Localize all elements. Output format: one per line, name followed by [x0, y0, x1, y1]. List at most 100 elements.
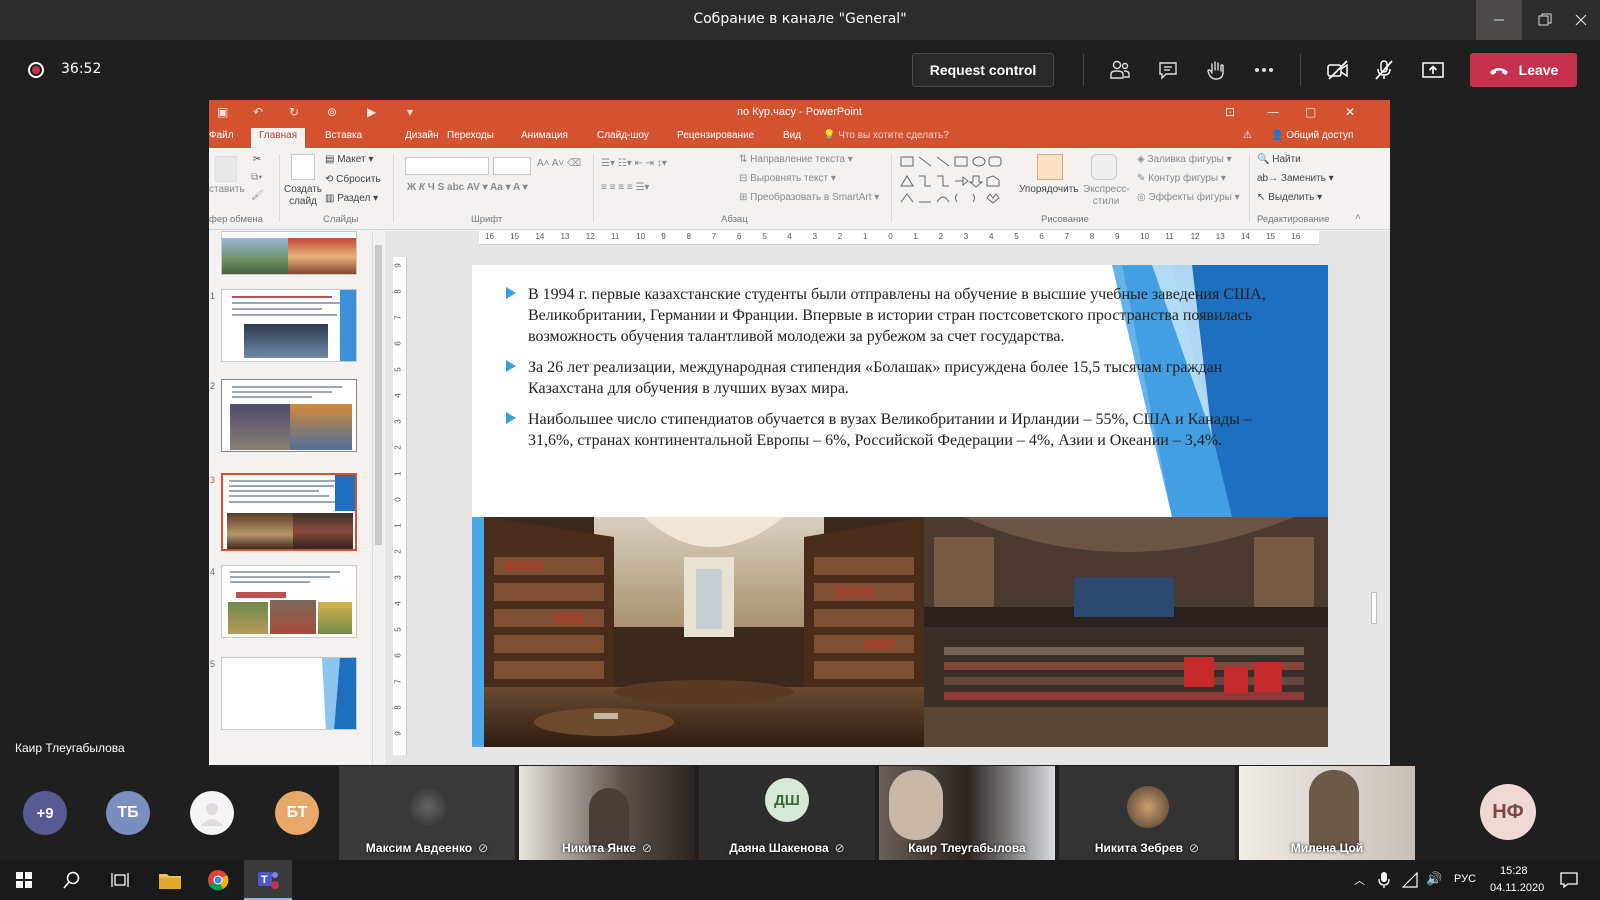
ruler-tick-label: 12 [1190, 232, 1200, 241]
font-size-grow-icon: A˄ A˅ ⌫ [537, 158, 582, 169]
slide-number: 5 [210, 659, 216, 669]
ruler-tick-label: 6 [393, 341, 403, 346]
layout-button: ▤ Макет ▾ [325, 154, 374, 165]
ruler-tick-label: 14 [1241, 232, 1250, 241]
ruler-tick-label: 13 [560, 232, 570, 241]
editor-scrollbar-thumb [1371, 592, 1377, 624]
ruler-tick-label: 9 [1115, 232, 1120, 241]
align-text-label: Выровнять текст [750, 173, 829, 184]
volume-icon[interactable]: 🔊 [1426, 871, 1442, 887]
ruler-tick-label: 13 [1215, 232, 1225, 241]
horizontal-ruler: 16 15 14 13 12 11 10 9 8 7 6 5 4 3 2 1 0 1 2 3 4 5 6 7 8 9 10 11 12 1… [479, 231, 1319, 245]
slide-thumbnail [221, 231, 357, 275]
ppt-ribbon-tabs: Файл Главная Вставка Дизайн Переходы Ани… [209, 126, 1390, 148]
participants-bar: +9 ТБ БТ Максим Авдеенко ⊘ Никита Янке ⊘ Д… [0, 766, 1600, 860]
share-label: Общий доступ [1286, 130, 1354, 141]
ruler-tick-label: 6 [1039, 232, 1044, 241]
chat-icon[interactable] [1155, 57, 1181, 83]
quick-styles-label: Экспресс-стили [1083, 184, 1130, 207]
tab-file: Файл [209, 130, 234, 141]
font-size-input [493, 157, 531, 175]
section-button: ▥ Раздел ▾ [325, 193, 379, 204]
ruler-tick-label: 16 [485, 232, 494, 241]
more-options-icon[interactable] [1251, 57, 1277, 83]
bullet-arrow-icon [506, 412, 516, 424]
ruler-tick-label: 6 [393, 653, 403, 658]
drawing-group-label: Рисование [1041, 214, 1089, 225]
shape-outline-button: ✎ Контур фигуры ▾ [1137, 173, 1226, 184]
mic-off-icon: ⊘ [1189, 841, 1200, 855]
shape-fill-button: ◈ Заливка фигуры ▾ [1137, 154, 1232, 165]
participants-icon[interactable] [1107, 57, 1133, 83]
replace-button: ab→ Заменить ▾ [1257, 173, 1334, 184]
text-direction-button: ⇅ Направление текста ▾ [739, 154, 853, 165]
teams-icon[interactable]: T [244, 860, 292, 900]
input-language[interactable]: РУС [1454, 873, 1476, 885]
find-label: Найти [1272, 154, 1301, 165]
ruler-tick-label: 1 [863, 232, 868, 241]
chrome-icon[interactable] [194, 860, 242, 900]
font-group-label: Шрифт [471, 214, 503, 225]
bullet-text: Наибольшее число стипендиатов обучается … [528, 411, 1252, 449]
tab-transitions: Переходы [447, 130, 494, 141]
ruler-tick-label: 7 [1064, 232, 1070, 241]
meeting-control-bar: 36:52 Request control Leave [0, 40, 1600, 100]
bullet-item: Наибольшее число стипендиатов обучается … [486, 409, 1286, 451]
bullet-item: В 1994 г. первые казахстанские студенты … [486, 284, 1286, 347]
thumbnails-scrollbar [372, 231, 384, 765]
leave-button[interactable]: Leave [1470, 53, 1577, 87]
task-view-icon[interactable] [96, 860, 144, 900]
camera-off-icon[interactable] [1325, 57, 1351, 83]
avatar: ТБ [106, 791, 150, 835]
mic-off-icon: ⊘ [641, 841, 652, 855]
search-icon[interactable] [48, 860, 96, 900]
smartart-button: ⊞ Преобразовать в SmartArt ▾ [739, 192, 880, 203]
ruler-tick-label: 8 [393, 289, 403, 294]
arrange-label: Упорядочить [1019, 184, 1079, 195]
file-explorer-icon[interactable] [146, 860, 194, 900]
ppt-minimize-icon: — [1267, 105, 1279, 119]
align-text-button: ⊟ Выровнять текст ▾ [739, 173, 836, 184]
windows-start-icon[interactable] [0, 860, 48, 900]
slide-thumbnail [221, 657, 357, 730]
participant-tile: Милена Цой [1239, 766, 1415, 860]
ruler-tick-label: 3 [393, 419, 403, 424]
share-screen-icon[interactable] [1420, 57, 1446, 83]
mic-off-icon[interactable] [1371, 57, 1397, 83]
participant-name-text: Каир Тлеугабылова [908, 841, 1026, 855]
paste-label: ставить [209, 184, 245, 195]
ruler-tick-label: 11 [1165, 232, 1174, 241]
bullet-arrow-icon [506, 360, 516, 372]
text-direction-label: Направление текста [750, 154, 845, 165]
clock-time[interactable]: 15:28 [1500, 865, 1528, 877]
request-control-button[interactable]: Request control [912, 53, 1054, 87]
clock-date[interactable]: 04.11.2020 [1490, 882, 1544, 894]
ruler-tick-label: 12 [585, 232, 595, 241]
list-icons: ☰▾ ☷▾ ⇤ ⇥ ↕▾ [601, 158, 667, 169]
ruler-tick-label: 7 [393, 679, 403, 684]
bullet-item: За 26 лет реализации, международная стип… [486, 357, 1286, 399]
slide-number: 4 [210, 567, 216, 577]
slide-number: 2 [210, 381, 216, 391]
window-title: Собрание в канале "General" [693, 11, 907, 27]
close-window-button[interactable] [1558, 0, 1600, 40]
reset-label: Сбросить [336, 174, 381, 185]
show-hidden-icons[interactable]: ︿ [1354, 872, 1365, 888]
section-label: Раздел [337, 193, 371, 204]
library-photo [484, 517, 924, 747]
bullet-text: В 1994 г. первые казахстанские студенты … [528, 286, 1266, 345]
raise-hand-icon[interactable] [1203, 57, 1229, 83]
ruler-tick-label: 3 [393, 575, 403, 580]
ruler-tick-label: 2 [938, 232, 944, 241]
shape-effects-label: Эффекты фигуры [1148, 192, 1232, 203]
tell-me-text: Что вы хотите сделать? [838, 130, 949, 141]
ruler-tick-label: 5 [762, 232, 767, 241]
participant-tile: Каир Тлеугабылова [879, 766, 1055, 860]
share-button: 👤 Общий доступ [1271, 130, 1354, 141]
shapes-gallery-icon [900, 156, 1002, 204]
tell-me-search: 💡 Что вы хотите сделать? [823, 130, 949, 141]
minimize-button[interactable] [1476, 0, 1522, 40]
more-participants-avatar[interactable]: +9 [23, 791, 67, 835]
participant-name: Никита Зебрев ⊘ [1059, 841, 1235, 855]
ruler-tick-label: 9 [393, 731, 403, 736]
